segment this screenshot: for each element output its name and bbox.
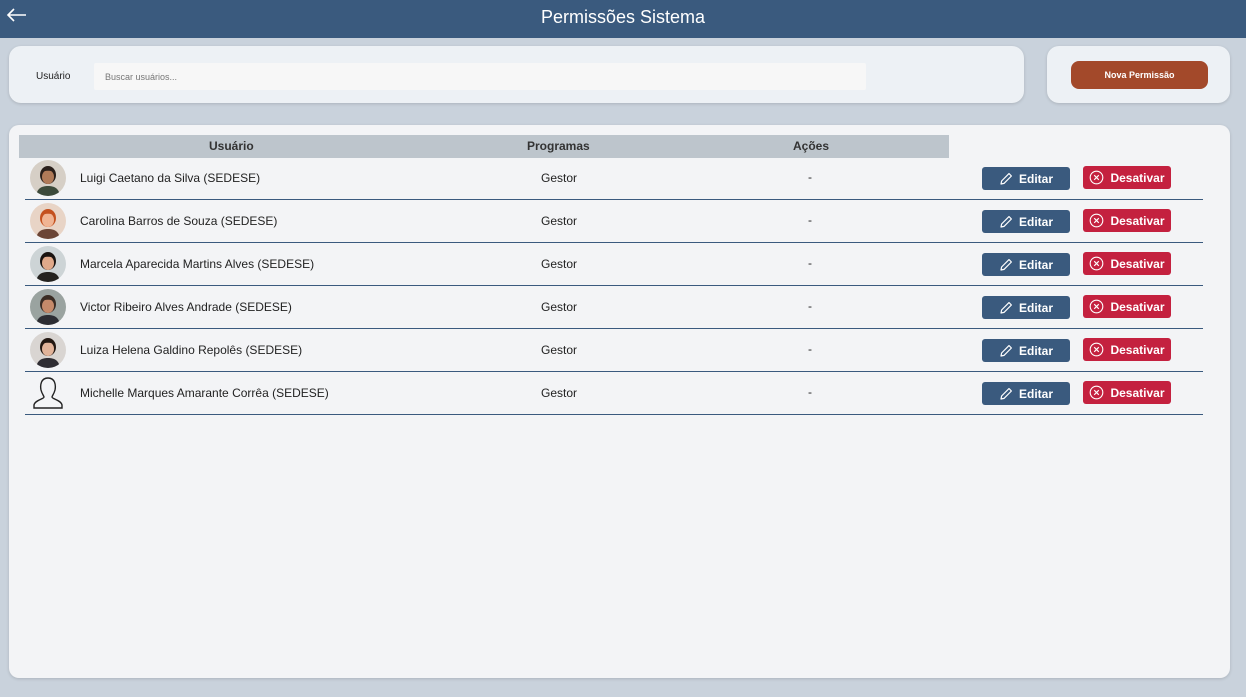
avatar [30, 160, 66, 196]
column-header-user: Usuário [209, 139, 254, 153]
table-row: Michelle Marques Amarante Corrêa (SEDESE… [25, 372, 1203, 415]
program-name: Gestor [541, 257, 578, 271]
edit-button[interactable]: Editar [982, 253, 1070, 276]
pencil-icon [1000, 301, 1012, 314]
user-name: Carolina Barros de Souza (SEDESE) [80, 214, 278, 228]
deactivate-button[interactable]: Desativar [1083, 209, 1171, 232]
table-row: Marcela Aparecida Martins Alves (SEDESE)… [25, 243, 1203, 286]
edit-label: Editar [1018, 386, 1053, 401]
edit-label: Editar [1018, 300, 1053, 315]
actions-value: - [808, 385, 812, 399]
deactivate-button[interactable]: Desativar [1083, 381, 1171, 404]
edit-button[interactable]: Editar [982, 167, 1070, 190]
x-circle-icon [1090, 342, 1104, 357]
program-name: Gestor [541, 214, 578, 228]
pencil-icon [1000, 258, 1012, 271]
pencil-icon [1000, 215, 1012, 228]
edit-label: Editar [1018, 214, 1053, 229]
user-name: Michelle Marques Amarante Corrêa (SEDESE… [80, 386, 329, 400]
avatar [30, 246, 66, 282]
actions-value: - [808, 170, 812, 184]
new-permission-button[interactable]: Nova Permissão [1071, 61, 1208, 89]
top-bar: Permissões Sistema [0, 0, 1246, 38]
edit-button[interactable]: Editar [982, 210, 1070, 233]
table-row: Luiza Helena Galdino Repolês (SEDESE) Ges… [25, 329, 1203, 372]
deactivate-label: Desativar [1110, 342, 1165, 357]
pencil-icon [1000, 172, 1012, 185]
deactivate-button[interactable]: Desativar [1083, 295, 1171, 318]
table-header: Usuário Programas Ações [19, 135, 949, 158]
filter-panel: Usuário [9, 46, 1024, 103]
x-circle-icon [1090, 213, 1104, 228]
pencil-icon [1000, 387, 1012, 400]
user-name: Luigi Caetano da Silva (SEDESE) [80, 171, 261, 185]
action-panel: Nova Permissão [1047, 46, 1230, 103]
x-circle-icon [1090, 299, 1104, 314]
user-filter-label: Usuário [36, 71, 71, 82]
deactivate-label: Desativar [1110, 256, 1165, 271]
edit-label: Editar [1018, 171, 1053, 186]
deactivate-label: Desativar [1110, 385, 1165, 400]
pencil-icon [1000, 344, 1012, 357]
permissions-table-card: Usuário Programas Ações Luigi Caetano da… [9, 125, 1230, 678]
user-name: Luiza Helena Galdino Repolês (SEDESE) [80, 343, 303, 357]
edit-label: Editar [1018, 343, 1053, 358]
deactivate-button[interactable]: Desativar [1083, 252, 1171, 275]
table-row: Carolina Barros de Souza (SEDESE) Gestor -… [25, 200, 1203, 243]
x-circle-icon [1090, 385, 1104, 400]
avatar [30, 332, 66, 368]
page-title: Permissões Sistema [540, 7, 706, 27]
program-name: Gestor [541, 343, 578, 357]
program-name: Gestor [541, 300, 578, 314]
user-name: Victor Ribeiro Alves Andrade (SEDESE) [80, 300, 292, 314]
column-header-programs: Programas [527, 139, 590, 153]
table-row: Victor Ribeiro Alves Andrade (SEDESE) Ges… [25, 286, 1203, 329]
actions-value: - [808, 256, 812, 270]
actions-value: - [808, 299, 812, 313]
column-header-actions: Ações [793, 139, 830, 153]
x-circle-icon [1090, 170, 1104, 185]
edit-button[interactable]: Editar [982, 296, 1070, 319]
placeholder-user-icon [30, 375, 66, 411]
x-circle-icon [1090, 256, 1104, 271]
edit-button[interactable]: Editar [982, 339, 1070, 362]
edit-button[interactable]: Editar [982, 382, 1070, 405]
deactivate-label: Desativar [1110, 213, 1165, 228]
edit-label: Editar [1018, 257, 1053, 272]
deactivate-button[interactable]: Desativar [1083, 166, 1171, 189]
avatar [30, 289, 66, 325]
actions-value: - [808, 342, 812, 356]
deactivate-label: Desativar [1110, 170, 1165, 185]
user-name: Marcela Aparecida Martins Alves (SEDESE) [80, 257, 315, 271]
avatar [30, 203, 66, 239]
program-name: Gestor [541, 386, 578, 400]
deactivate-label: Desativar [1110, 299, 1165, 314]
actions-value: - [808, 213, 812, 227]
program-name: Gestor [541, 171, 578, 185]
user-search-input[interactable] [94, 63, 866, 90]
deactivate-button[interactable]: Desativar [1083, 338, 1171, 361]
table-row: Luigi Caetano da Silva (SEDESE) Gestor - Ed… [25, 157, 1203, 200]
